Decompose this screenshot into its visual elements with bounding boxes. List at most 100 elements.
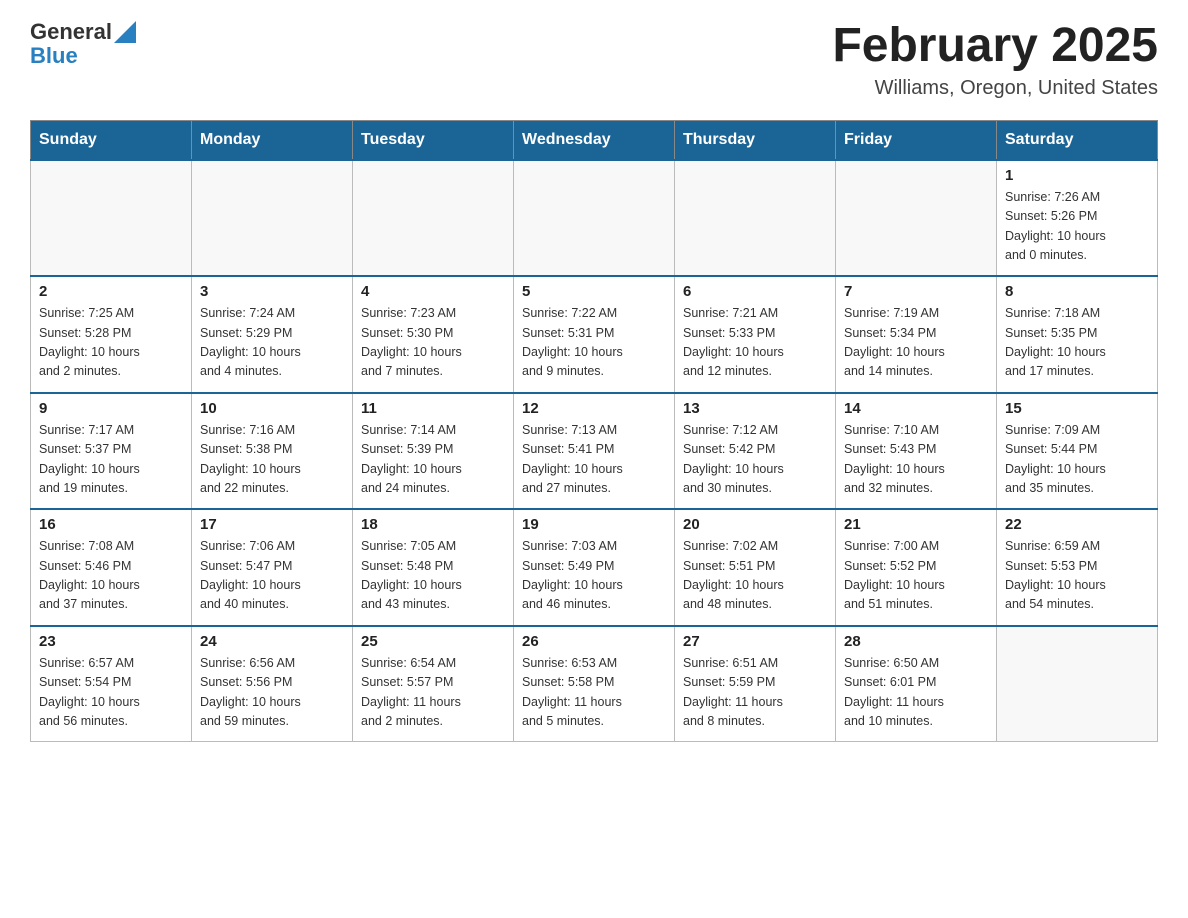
calendar-day-cell: 24 Sunrise: 6:56 AM Sunset: 5:56 PM Dayli…	[192, 626, 353, 742]
day-number: 26	[522, 633, 666, 650]
day-info: Sunrise: 7:09 AM Sunset: 5:44 PM Dayligh…	[1005, 421, 1149, 499]
day-info: Sunrise: 7:00 AM Sunset: 5:52 PM Dayligh…	[844, 537, 988, 615]
logo-general-text: General	[30, 20, 112, 44]
calendar-day-cell: 12 Sunrise: 7:13 AM Sunset: 5:41 PM Dayli…	[514, 393, 675, 510]
calendar-day-cell: 23 Sunrise: 6:57 AM Sunset: 5:54 PM Dayli…	[31, 626, 192, 742]
day-info: Sunrise: 6:57 AM Sunset: 5:54 PM Dayligh…	[39, 654, 183, 732]
day-info: Sunrise: 7:17 AM Sunset: 5:37 PM Dayligh…	[39, 421, 183, 499]
day-number: 24	[200, 633, 344, 650]
day-number: 25	[361, 633, 505, 650]
calendar-day-cell: 17 Sunrise: 7:06 AM Sunset: 5:47 PM Dayli…	[192, 509, 353, 626]
logo-triangle-icon	[114, 21, 136, 43]
day-info: Sunrise: 7:03 AM Sunset: 5:49 PM Dayligh…	[522, 537, 666, 615]
day-number: 8	[1005, 283, 1149, 300]
day-number: 17	[200, 516, 344, 533]
calendar-day-cell: 25 Sunrise: 6:54 AM Sunset: 5:57 PM Dayli…	[353, 626, 514, 742]
day-number: 9	[39, 400, 183, 417]
logo: General Blue	[30, 20, 136, 68]
calendar-day-cell: 21 Sunrise: 7:00 AM Sunset: 5:52 PM Dayli…	[836, 509, 997, 626]
day-number: 28	[844, 633, 988, 650]
day-info: Sunrise: 6:50 AM Sunset: 6:01 PM Dayligh…	[844, 654, 988, 732]
weekday-header: Wednesday	[514, 120, 675, 160]
day-info: Sunrise: 7:26 AM Sunset: 5:26 PM Dayligh…	[1005, 188, 1149, 266]
day-number: 21	[844, 516, 988, 533]
page-header: General Blue February 2025 Williams, Ore…	[30, 20, 1158, 100]
day-number: 10	[200, 400, 344, 417]
calendar-day-cell: 18 Sunrise: 7:05 AM Sunset: 5:48 PM Dayli…	[353, 509, 514, 626]
day-number: 5	[522, 283, 666, 300]
day-info: Sunrise: 7:12 AM Sunset: 5:42 PM Dayligh…	[683, 421, 827, 499]
calendar-day-cell: 3 Sunrise: 7:24 AM Sunset: 5:29 PM Daylig…	[192, 276, 353, 393]
calendar-week-row: 23 Sunrise: 6:57 AM Sunset: 5:54 PM Dayli…	[31, 626, 1158, 742]
calendar-day-cell: 16 Sunrise: 7:08 AM Sunset: 5:46 PM Dayli…	[31, 509, 192, 626]
day-number: 4	[361, 283, 505, 300]
calendar-day-cell: 5 Sunrise: 7:22 AM Sunset: 5:31 PM Daylig…	[514, 276, 675, 393]
day-number: 15	[1005, 400, 1149, 417]
calendar-day-cell: 28 Sunrise: 6:50 AM Sunset: 6:01 PM Dayli…	[836, 626, 997, 742]
calendar-day-cell: 7Sunrise: 7:19 AM Sunset: 5:34 PM Daylig…	[836, 276, 997, 393]
day-info: Sunrise: 7:14 AM Sunset: 5:39 PM Dayligh…	[361, 421, 505, 499]
day-info: Sunrise: 7:22 AM Sunset: 5:31 PM Dayligh…	[522, 304, 666, 382]
day-number: 20	[683, 516, 827, 533]
day-info: Sunrise: 7:25 AM Sunset: 5:28 PM Dayligh…	[39, 304, 183, 382]
weekday-header: Saturday	[997, 120, 1158, 160]
month-title: February 2025	[832, 20, 1158, 73]
calendar-day-cell	[997, 626, 1158, 742]
day-info: Sunrise: 7:08 AM Sunset: 5:46 PM Dayligh…	[39, 537, 183, 615]
day-number: 6	[683, 283, 827, 300]
calendar-day-cell	[675, 160, 836, 277]
calendar-week-row: 9 Sunrise: 7:17 AM Sunset: 5:37 PM Daylig…	[31, 393, 1158, 510]
calendar-day-cell: 11 Sunrise: 7:14 AM Sunset: 5:39 PM Dayli…	[353, 393, 514, 510]
day-number: 2	[39, 283, 183, 300]
day-number: 18	[361, 516, 505, 533]
day-number: 22	[1005, 516, 1149, 533]
day-info: Sunrise: 7:18 AM Sunset: 5:35 PM Dayligh…	[1005, 304, 1149, 382]
day-info: Sunrise: 7:02 AM Sunset: 5:51 PM Dayligh…	[683, 537, 827, 615]
calendar-day-cell: 14Sunrise: 7:10 AM Sunset: 5:43 PM Dayli…	[836, 393, 997, 510]
calendar-day-cell	[192, 160, 353, 277]
logo-blue-text: Blue	[30, 44, 136, 68]
calendar-day-cell	[836, 160, 997, 277]
day-info: Sunrise: 7:23 AM Sunset: 5:30 PM Dayligh…	[361, 304, 505, 382]
day-info: Sunrise: 7:05 AM Sunset: 5:48 PM Dayligh…	[361, 537, 505, 615]
calendar-day-cell: 9 Sunrise: 7:17 AM Sunset: 5:37 PM Daylig…	[31, 393, 192, 510]
calendar-header-row: SundayMondayTuesdayWednesdayThursdayFrid…	[31, 120, 1158, 160]
calendar-day-cell: 13 Sunrise: 7:12 AM Sunset: 5:42 PM Dayli…	[675, 393, 836, 510]
day-info: Sunrise: 7:21 AM Sunset: 5:33 PM Dayligh…	[683, 304, 827, 382]
title-block: February 2025 Williams, Oregon, United S…	[832, 20, 1158, 100]
day-number: 12	[522, 400, 666, 417]
day-info: Sunrise: 6:54 AM Sunset: 5:57 PM Dayligh…	[361, 654, 505, 732]
day-info: Sunrise: 6:56 AM Sunset: 5:56 PM Dayligh…	[200, 654, 344, 732]
calendar-day-cell: 27Sunrise: 6:51 AM Sunset: 5:59 PM Dayli…	[675, 626, 836, 742]
calendar-week-row: 1 Sunrise: 7:26 AM Sunset: 5:26 PM Daylig…	[31, 160, 1158, 277]
calendar-day-cell: 26Sunrise: 6:53 AM Sunset: 5:58 PM Dayli…	[514, 626, 675, 742]
calendar-day-cell	[514, 160, 675, 277]
day-number: 16	[39, 516, 183, 533]
day-number: 13	[683, 400, 827, 417]
day-info: Sunrise: 7:06 AM Sunset: 5:47 PM Dayligh…	[200, 537, 344, 615]
day-number: 23	[39, 633, 183, 650]
day-number: 1	[1005, 167, 1149, 184]
calendar-day-cell: 4 Sunrise: 7:23 AM Sunset: 5:30 PM Daylig…	[353, 276, 514, 393]
calendar-day-cell: 6 Sunrise: 7:21 AM Sunset: 5:33 PM Daylig…	[675, 276, 836, 393]
calendar-day-cell: 19 Sunrise: 7:03 AM Sunset: 5:49 PM Dayli…	[514, 509, 675, 626]
calendar-day-cell	[353, 160, 514, 277]
day-info: Sunrise: 7:24 AM Sunset: 5:29 PM Dayligh…	[200, 304, 344, 382]
day-number: 3	[200, 283, 344, 300]
calendar-day-cell: 8 Sunrise: 7:18 AM Sunset: 5:35 PM Daylig…	[997, 276, 1158, 393]
day-number: 14	[844, 400, 988, 417]
day-number: 11	[361, 400, 505, 417]
day-info: Sunrise: 7:13 AM Sunset: 5:41 PM Dayligh…	[522, 421, 666, 499]
calendar-day-cell	[31, 160, 192, 277]
day-number: 19	[522, 516, 666, 533]
weekday-header: Tuesday	[353, 120, 514, 160]
calendar-week-row: 16 Sunrise: 7:08 AM Sunset: 5:46 PM Dayli…	[31, 509, 1158, 626]
weekday-header: Monday	[192, 120, 353, 160]
calendar-day-cell: 10Sunrise: 7:16 AM Sunset: 5:38 PM Dayli…	[192, 393, 353, 510]
calendar-day-cell: 2 Sunrise: 7:25 AM Sunset: 5:28 PM Daylig…	[31, 276, 192, 393]
calendar-week-row: 2 Sunrise: 7:25 AM Sunset: 5:28 PM Daylig…	[31, 276, 1158, 393]
weekday-header: Friday	[836, 120, 997, 160]
calendar-day-cell: 20 Sunrise: 7:02 AM Sunset: 5:51 PM Dayli…	[675, 509, 836, 626]
calendar-day-cell: 1 Sunrise: 7:26 AM Sunset: 5:26 PM Daylig…	[997, 160, 1158, 277]
weekday-header: Thursday	[675, 120, 836, 160]
